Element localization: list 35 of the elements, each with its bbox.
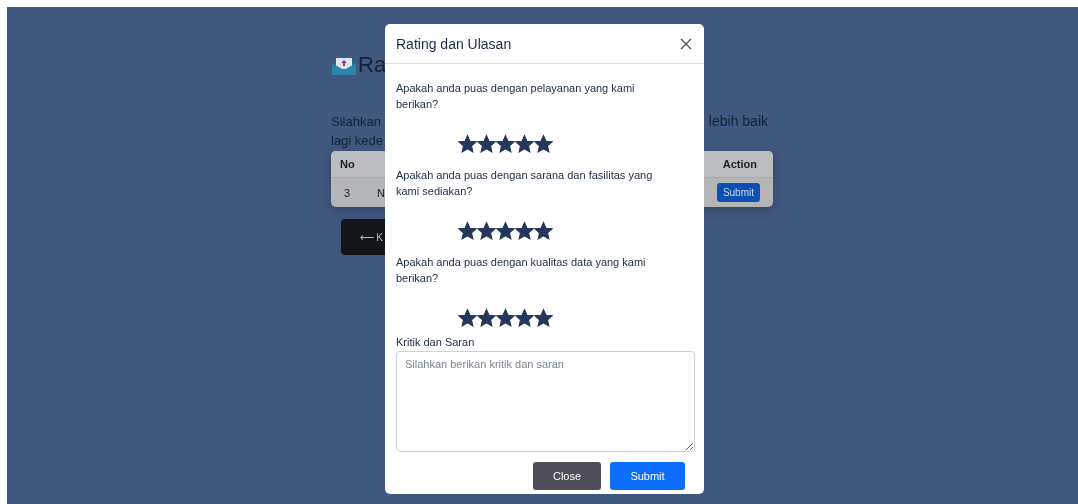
- star-icon[interactable]: [534, 221, 553, 240]
- intro-text: lagi kede: [331, 132, 384, 150]
- star-icon[interactable]: [534, 134, 553, 153]
- column-header: No: [340, 158, 355, 170]
- star-icon[interactable]: [458, 221, 477, 240]
- feedback-field[interactable]: Silahkan berikan kritik dan saran: [396, 351, 695, 452]
- intro-text: lebih baik: [708, 112, 768, 131]
- back-button[interactable]: ⟵ K: [341, 219, 385, 255]
- star-icon[interactable]: [515, 134, 534, 153]
- envelope-icon: [331, 54, 357, 76]
- table-cell: N: [377, 186, 385, 199]
- question-text: Apakah anda puas dengan pelayanan yang kami berikan?: [396, 81, 636, 112]
- star-icon[interactable]: [515, 308, 534, 327]
- close-button[interactable]: Close: [533, 462, 601, 490]
- star-icon[interactable]: [477, 134, 496, 153]
- intro-text: Silahkan: [331, 113, 381, 131]
- table-cell-text: 3: [344, 186, 352, 199]
- submit-button[interactable]: Submit: [610, 462, 685, 490]
- star-icon[interactable]: [496, 134, 515, 153]
- field-label: Kritik dan Saran: [396, 335, 476, 349]
- star-icon[interactable]: [496, 308, 515, 327]
- star-icon[interactable]: [496, 221, 515, 240]
- column-header: Action: [722, 158, 757, 170]
- question-text: Apakah anda puas dengan kualitas data yang kami berikan?: [396, 255, 647, 286]
- question-text: Apakah anda puas dengan sarana dan fasilitas yang kami sediakan?: [396, 168, 654, 199]
- dialog-title: Rating dan Ulasan: [396, 35, 512, 52]
- star-icon[interactable]: [458, 134, 477, 153]
- star-icon[interactable]: [477, 221, 496, 240]
- page-title: Ra: [358, 52, 387, 78]
- star-icon[interactable]: [515, 221, 534, 240]
- star-icon[interactable]: [534, 308, 553, 327]
- star-icon[interactable]: [458, 308, 477, 327]
- star-icon[interactable]: [477, 308, 496, 327]
- close-icon: [680, 37, 692, 50]
- submit-button[interactable]: Submit: [716, 183, 760, 202]
